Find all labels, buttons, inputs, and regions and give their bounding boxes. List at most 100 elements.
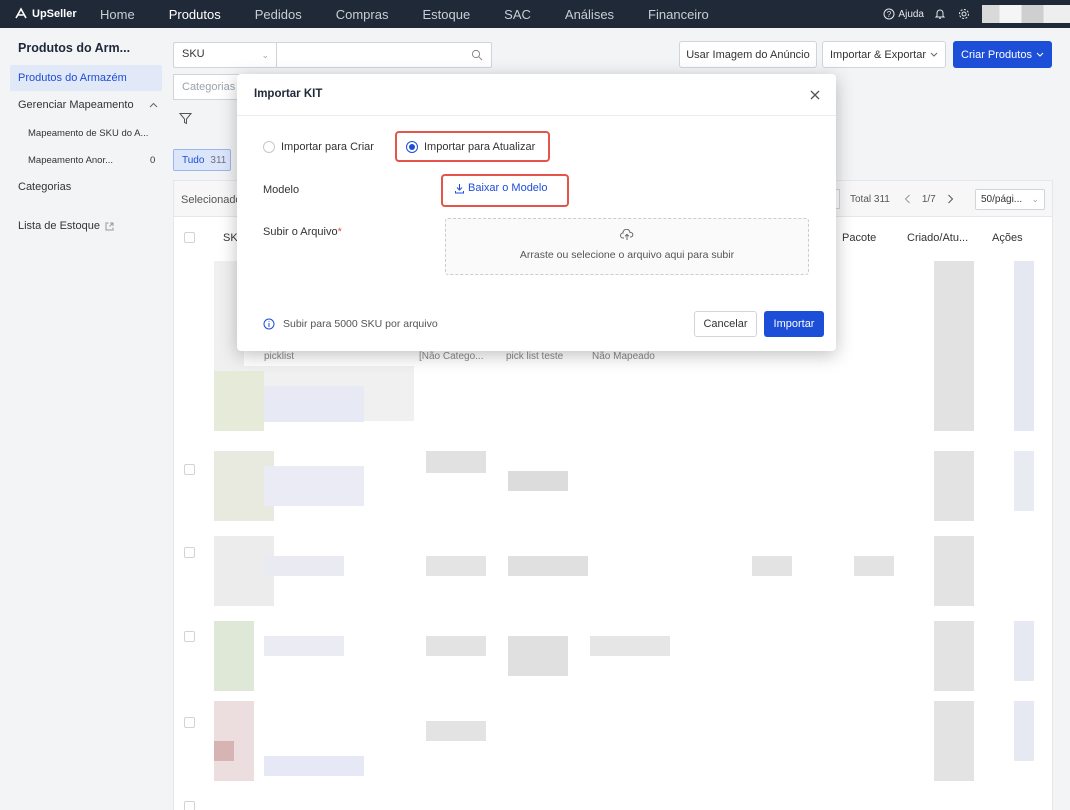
cancel-button[interactable]: Cancelar	[694, 311, 757, 337]
nav-item-financeiro[interactable]: Financeiro	[648, 7, 709, 22]
use-listing-image-label: Usar Imagem do Anúncio	[686, 48, 810, 61]
sidebar-title: Produtos do Arm...	[18, 41, 131, 55]
tab-all[interactable]: Tudo 311	[173, 149, 231, 171]
pager-divider	[836, 189, 840, 209]
sidebar-item-produtos-armazem[interactable]: Produtos do Armazém	[10, 65, 162, 91]
modal-title: Importar KIT	[254, 88, 323, 100]
sidebar-item-gerenciar-mapeamento[interactable]: Gerenciar Mapeamento	[18, 99, 134, 111]
import-kit-modal: Importar KIT Importar para Criar Importa…	[237, 74, 836, 351]
gear-icon[interactable]	[958, 8, 970, 20]
cloud-upload-icon	[620, 229, 634, 240]
nav-item-sac[interactable]: SAC	[504, 7, 531, 22]
categories-placeholder: Categorias	[182, 81, 236, 93]
nav-item-home[interactable]: Home	[100, 7, 135, 22]
page-size-value: 50/pági...	[981, 194, 1023, 205]
svg-text:?: ?	[887, 10, 892, 19]
download-icon	[455, 183, 464, 193]
radio-import-update[interactable]: Importar para Atualizar	[406, 141, 535, 153]
nav-item-compras[interactable]: Compras	[336, 7, 389, 22]
upseller-logo-icon	[15, 7, 27, 19]
selected-label: Selecionado	[181, 194, 242, 206]
filter-icon[interactable]	[179, 112, 192, 125]
chevron-down-icon	[1036, 52, 1044, 57]
brand-logo[interactable]: UpSeller	[0, 7, 100, 21]
row-category: [Não Catego...	[419, 351, 484, 362]
required-mark: *	[337, 226, 342, 238]
tab-all-label: Tudo	[182, 154, 205, 166]
chevron-up-icon[interactable]	[149, 102, 158, 108]
row-checkbox[interactable]	[184, 547, 195, 558]
page-size-select[interactable]: 50/pági... ⌄	[975, 189, 1045, 210]
column-header-pacote[interactable]: Pacote	[842, 232, 876, 244]
download-template-link[interactable]: Baixar o Modelo	[454, 182, 548, 194]
sidebar-subitem-mapeamento-anor[interactable]: Mapeamento Anor...	[28, 155, 113, 166]
row-checkbox[interactable]	[184, 464, 195, 475]
sidebar-subitem-mapeamento-sku[interactable]: Mapeamento de SKU do A...	[28, 128, 148, 139]
row-name: pick list teste	[506, 351, 564, 362]
radio-circle-selected[interactable]	[406, 141, 418, 153]
download-template-label: Baixar o Modelo	[468, 182, 548, 194]
radio-import-create[interactable]: Importar para Criar	[263, 141, 374, 153]
page-indicator: 1/7	[921, 193, 936, 205]
row-checkbox[interactable]	[184, 631, 195, 642]
radio-circle[interactable]	[263, 141, 275, 153]
search-input[interactable]	[276, 42, 492, 68]
import-export-label: Importar & Exportar	[830, 48, 926, 61]
search-icon[interactable]	[471, 49, 483, 61]
table-row: picklist [Não Catego... pick list teste …	[244, 351, 853, 366]
radio-import-create-label: Importar para Criar	[281, 141, 374, 153]
upload-file-label: Subir o Arquivo*	[263, 226, 342, 238]
create-products-label: Criar Produtos	[961, 48, 1032, 61]
column-header-acoes: Ações	[992, 232, 1023, 244]
row-checkbox[interactable]	[184, 717, 195, 728]
file-dropzone[interactable]: Arraste ou selecione o arquivo aqui para…	[445, 218, 809, 275]
column-header-criado[interactable]: Criado/Atu...	[907, 232, 968, 244]
nav-item-analises[interactable]: Análises	[565, 7, 614, 22]
dropzone-text: Arraste ou selecione o arquivo aqui para…	[519, 249, 735, 261]
import-button[interactable]: Importar	[764, 311, 824, 337]
sku-select-value: SKU	[182, 48, 205, 60]
mapping-count: 0	[150, 155, 156, 166]
use-listing-image-button[interactable]: Usar Imagem do Anúncio	[679, 41, 817, 68]
help-icon: ?	[883, 8, 895, 20]
chevron-left-icon[interactable]	[904, 194, 911, 204]
upload-hint-text: Subir para 5000 SKU por arquivo	[283, 318, 438, 330]
import-export-button[interactable]: Importar & Exportar	[822, 41, 946, 68]
help-link[interactable]: ? Ajuda	[883, 8, 924, 20]
chevron-right-icon[interactable]	[947, 194, 954, 204]
bell-icon[interactable]	[934, 8, 946, 20]
sidebar-item-lista-estoque[interactable]: Lista de Estoque	[18, 220, 114, 232]
brand-name: UpSeller	[32, 8, 77, 20]
nav-item-estoque[interactable]: Estoque	[422, 7, 470, 22]
upload-file-text: Subir o Arquivo	[263, 226, 338, 238]
row-mapping: Não Mapeado	[592, 351, 655, 362]
select-all-checkbox[interactable]	[184, 232, 195, 243]
model-label: Modelo	[263, 184, 300, 196]
info-icon	[263, 318, 275, 330]
top-navigation: UpSeller Home Produtos Pedidos Compras E…	[0, 0, 1070, 28]
chevron-down-icon	[930, 52, 938, 57]
total-count: Total 311	[850, 193, 890, 205]
account-avatar[interactable]	[982, 5, 1070, 23]
row-checkbox[interactable]	[184, 801, 195, 810]
external-link-icon	[105, 222, 114, 230]
sidebar: Produtos do Arm... Produtos do Armazém G…	[0, 28, 163, 810]
modal-header: Importar KIT	[237, 74, 836, 116]
create-products-button[interactable]: Criar Produtos	[953, 41, 1052, 68]
tab-all-count: 311	[210, 154, 227, 166]
help-label: Ajuda	[898, 8, 924, 20]
stock-list-label: Lista de Estoque	[18, 220, 100, 232]
radio-import-update-label: Importar para Atualizar	[424, 141, 536, 153]
categories-select[interactable]: Categorias	[173, 74, 243, 100]
sidebar-item-categorias[interactable]: Categorias	[18, 181, 71, 193]
close-icon[interactable]	[807, 87, 823, 103]
chevron-down-icon: ⌄	[261, 50, 269, 60]
nav-item-pedidos[interactable]: Pedidos	[255, 7, 302, 22]
row-sku: picklist	[264, 351, 295, 362]
nav-item-produtos[interactable]: Produtos	[169, 7, 221, 22]
upload-hint: Subir para 5000 SKU por arquivo	[263, 318, 438, 330]
sku-select[interactable]: SKU ⌄	[173, 42, 277, 68]
column-header-sku[interactable]: SK	[223, 232, 238, 244]
chevron-down-icon: ⌄	[1031, 194, 1039, 204]
pagination: Total 311 1/7	[836, 189, 954, 209]
